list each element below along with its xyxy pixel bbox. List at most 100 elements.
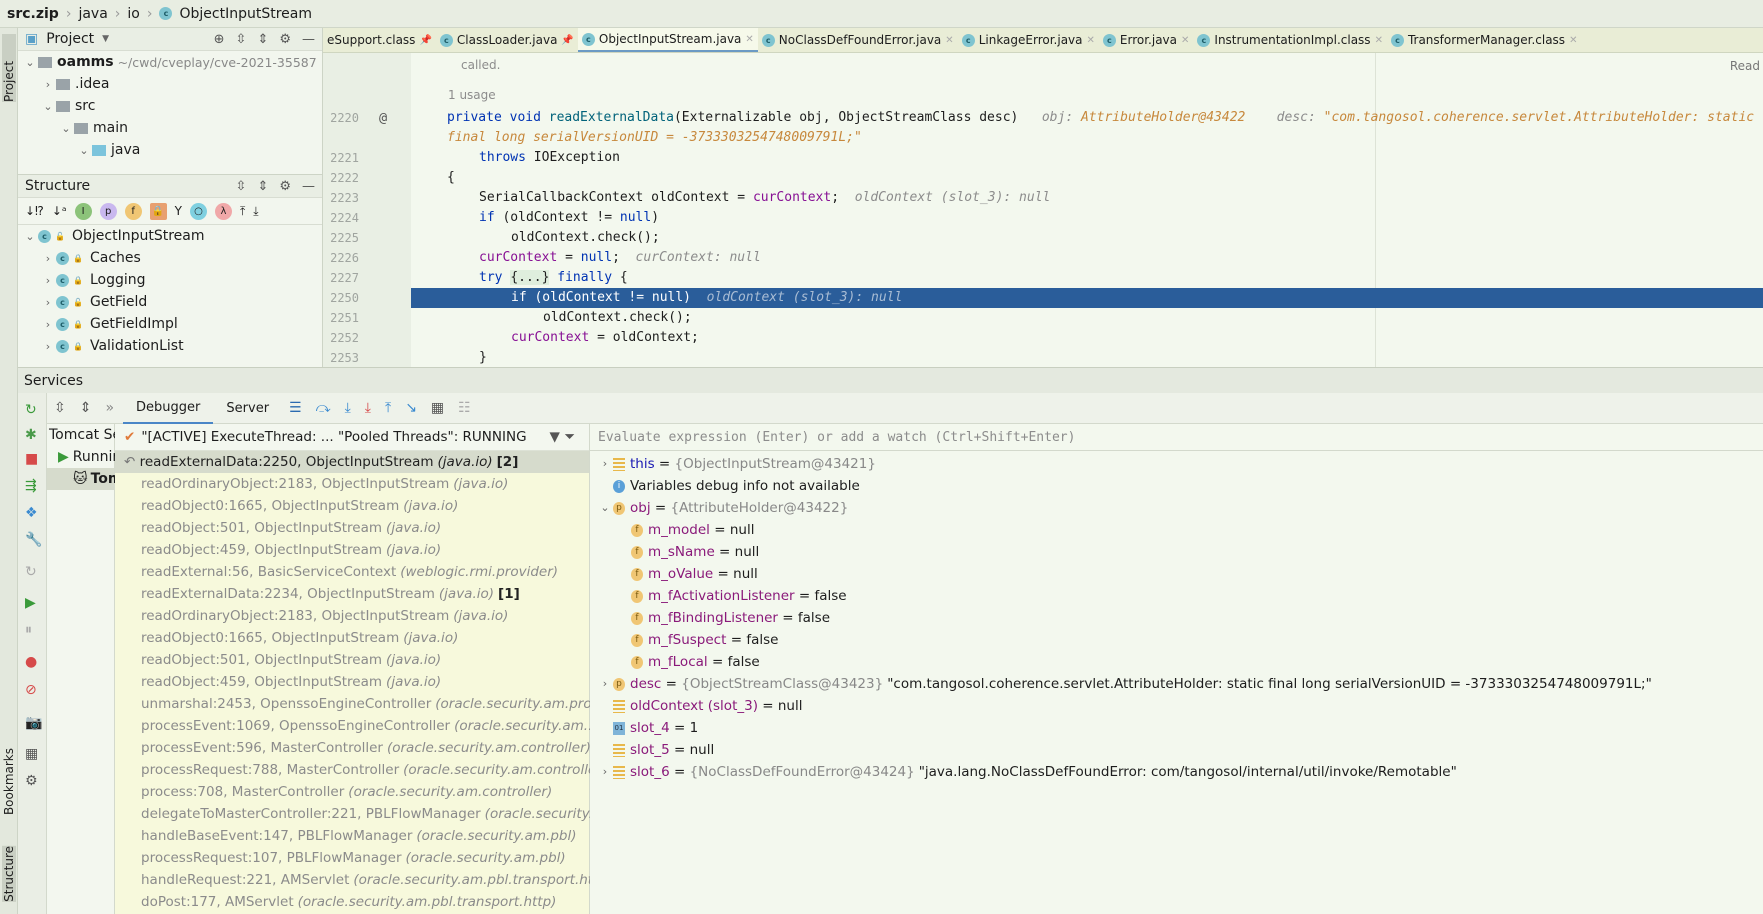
layout-icon[interactable]: ▦ (25, 746, 38, 762)
step-over-icon[interactable]: ⤓ (345, 400, 351, 416)
stack-frame[interactable]: readExternalData:2234, ObjectInputStream… (115, 583, 589, 605)
variable-row[interactable]: oldContext (slot_3) = null (590, 695, 1763, 717)
rerun-icon[interactable]: ↻ (25, 402, 37, 418)
variable-row[interactable]: f m_fLocal = false (590, 651, 1763, 673)
evaluate-icon[interactable]: ▦ (431, 400, 444, 416)
pin-icon[interactable]: 📌 (561, 35, 573, 46)
variable-row[interactable]: › slot_6 = {NoClassDefFoundError@43424} "j… (590, 761, 1763, 783)
show-non-public-icon[interactable]: 🔒 (149, 202, 167, 220)
stack-frame[interactable]: ↶ readExternalData:2250, ObjectInputStre… (115, 451, 589, 473)
stack-frame[interactable]: readObject:459, ObjectInputStream (java.i… (115, 539, 589, 561)
expand-all-icon[interactable]: ⇳ (54, 400, 66, 416)
expand-all-icon[interactable]: ⇳ (236, 179, 247, 194)
evaluate-expression-input[interactable]: Evaluate expression (Enter) or add a wat… (590, 424, 1763, 451)
chevron-right-icon[interactable]: › (40, 340, 56, 353)
wrench-icon[interactable]: 🔧 (25, 532, 42, 548)
collapse-all-icon[interactable]: ⇕ (80, 400, 92, 416)
show-inherited-icon[interactable]: I (74, 202, 92, 220)
pin-icon[interactable]: 📌 (419, 35, 431, 46)
editor-tab[interactable]: c ClassLoader.java 📌 (436, 28, 578, 52)
chevron-right-icon[interactable]: › (597, 673, 613, 695)
services-icon[interactable]: ❖ (25, 505, 38, 521)
project-tree-item[interactable]: ⌄ oamms ~/cwd/cveplay/cve-2021-35587 (18, 51, 322, 73)
stack-frame[interactable]: processRequest:107, PBLFlowManager (oracl… (115, 847, 589, 869)
show-lambdas-icon[interactable]: λ (214, 202, 232, 220)
debug-icon[interactable]: ✱ (25, 427, 37, 443)
close-icon[interactable]: ✕ (1569, 35, 1577, 46)
variable-row[interactable]: f m_fActivationListener = false (590, 585, 1763, 607)
variable-row[interactable]: i Variables debug info not available (590, 475, 1763, 497)
breadcrumb-item[interactable]: io (127, 6, 139, 22)
editor-tab[interactable]: eSupport.class 📌 (323, 28, 436, 52)
breadcrumb-item[interactable]: java (78, 6, 107, 22)
variable-row[interactable]: f m_model = null (590, 519, 1763, 541)
breadcrumb-item[interactable]: src.zip (7, 6, 59, 22)
stack-frame[interactable]: unmarshal:2453, OpenssoEngineController(… (115, 693, 625, 715)
collapse-all-icon[interactable]: ⇕ (257, 32, 268, 47)
variable-row[interactable]: 01 slot_4 = 1 (590, 717, 1763, 739)
step-into-icon[interactable]: ⤓ (365, 400, 371, 416)
variable-row[interactable]: f m_fBindingListener = false (590, 607, 1763, 629)
stack-frame[interactable]: readExternal:56, BasicServiceContext (web… (115, 561, 589, 583)
editor-tab[interactable]: c LinkageError.java ✕ (958, 28, 1099, 52)
gear-icon[interactable]: ⚙ (279, 179, 291, 194)
locate-icon[interactable]: ⊕ (214, 32, 225, 47)
autoscroll-to-source-icon[interactable]: ⤒ (240, 204, 245, 219)
chevron-right-icon[interactable]: › (597, 453, 613, 475)
step-out-icon[interactable]: ⤒ (385, 400, 391, 416)
stack-frame[interactable]: readObject:501, ObjectInputStream (java.i… (115, 517, 589, 539)
stack-frame[interactable]: handleBaseEvent:147, PBLFlowManager (orac… (115, 825, 589, 847)
chevron-right-icon[interactable]: › (40, 78, 56, 91)
show-execution-point-icon[interactable]: ⤼ (316, 400, 331, 416)
close-icon[interactable]: ✕ (945, 35, 953, 46)
show-anonymous-icon[interactable]: ○ (189, 202, 207, 220)
close-icon[interactable]: ✕ (1087, 35, 1095, 46)
variable-row[interactable]: slot_5 = null (590, 739, 1763, 761)
variable-row[interactable]: › p desc = {ObjectStreamClass@43423} "com.t… (590, 673, 1763, 695)
chevron-down-icon[interactable]: ⌄ (597, 497, 613, 519)
settings-icon[interactable]: ⚙ (25, 773, 38, 789)
view-breakpoints-icon[interactable]: ● (25, 654, 37, 670)
stack-frame[interactable]: doPost:177, AMServlet (oracle.security.am… (115, 891, 589, 913)
chevron-right-icon[interactable]: › (597, 761, 613, 783)
variable-row[interactable]: f m_sName = null (590, 541, 1763, 563)
bookmarks-tool-button[interactable]: Bookmarks (2, 748, 16, 815)
tab-server[interactable]: Server (213, 393, 282, 424)
usage-hint[interactable]: 1 usage (448, 88, 496, 102)
collapse-all-icon[interactable]: ⇕ (257, 179, 268, 194)
stop-icon[interactable]: ■ (25, 451, 38, 467)
pause-icon[interactable]: ⏸ (25, 622, 32, 638)
tab-debugger[interactable]: Debugger (123, 393, 214, 424)
project-tool-button[interactable]: Project (2, 34, 16, 102)
show-properties-icon[interactable]: p (99, 202, 117, 220)
chevron-down-icon[interactable]: ⌄ (76, 144, 92, 157)
gear-icon[interactable]: ⚙ (279, 32, 291, 47)
chevron-right-icon[interactable]: › (40, 252, 56, 265)
refresh-icon[interactable]: ↻ (25, 564, 37, 580)
chevron-right-icon[interactable]: › (40, 318, 56, 331)
trace-icon[interactable]: ☷ (458, 400, 471, 416)
stack-frame[interactable]: readObject:459, ObjectInputStream (java.i… (115, 671, 589, 693)
mute-breakpoints-icon[interactable]: ⊘ (25, 682, 37, 698)
stack-frame[interactable]: handleRequest:221, AMServlet (oracle.secu… (115, 869, 612, 891)
variable-row[interactable]: ⌄ p obj = {AttributeHolder@43422} (590, 497, 1763, 519)
code-area[interactable]: 2220 @ private void readExternalData(Exter… (323, 108, 1763, 368)
structure-tree-item[interactable]: ⌄ c 🔓 ObjectInputStream (18, 225, 322, 247)
stack-frame[interactable]: readOrdinaryObject:2183, ObjectInputStre… (115, 605, 589, 627)
more-icon[interactable]: » (105, 400, 114, 416)
chevron-down-icon[interactable]: ▼ (102, 34, 109, 44)
chevron-down-icon[interactable]: ⌄ (40, 100, 56, 113)
stack-frame[interactable]: readObject0:1665, ObjectInputStream (java… (115, 495, 589, 517)
close-icon[interactable]: ✕ (1181, 35, 1189, 46)
stack-frame[interactable]: processEvent:1069, OpenssoEngineControll… (115, 715, 602, 737)
structure-tool-button[interactable]: Structure (2, 846, 16, 902)
stack-frame[interactable]: readObject0:1665, ObjectInputStream (java… (115, 627, 589, 649)
stack-frame[interactable]: readObject:501, ObjectInputStream (java.i… (115, 649, 589, 671)
show-fields-icon[interactable]: f (124, 202, 142, 220)
stack-frame[interactable]: delegateToMasterController:221, PBLFlowM… (115, 803, 607, 825)
chevron-down-icon[interactable]: ⌄ (22, 230, 38, 243)
variable-row[interactable]: › this = {ObjectInputStream@43421} (590, 453, 1763, 475)
show-hierarchy-icon[interactable]: Y (175, 204, 182, 218)
editor-tab[interactable]: c InstrumentationImpl.class ✕ (1193, 28, 1387, 52)
hide-icon[interactable]: — (302, 179, 315, 194)
